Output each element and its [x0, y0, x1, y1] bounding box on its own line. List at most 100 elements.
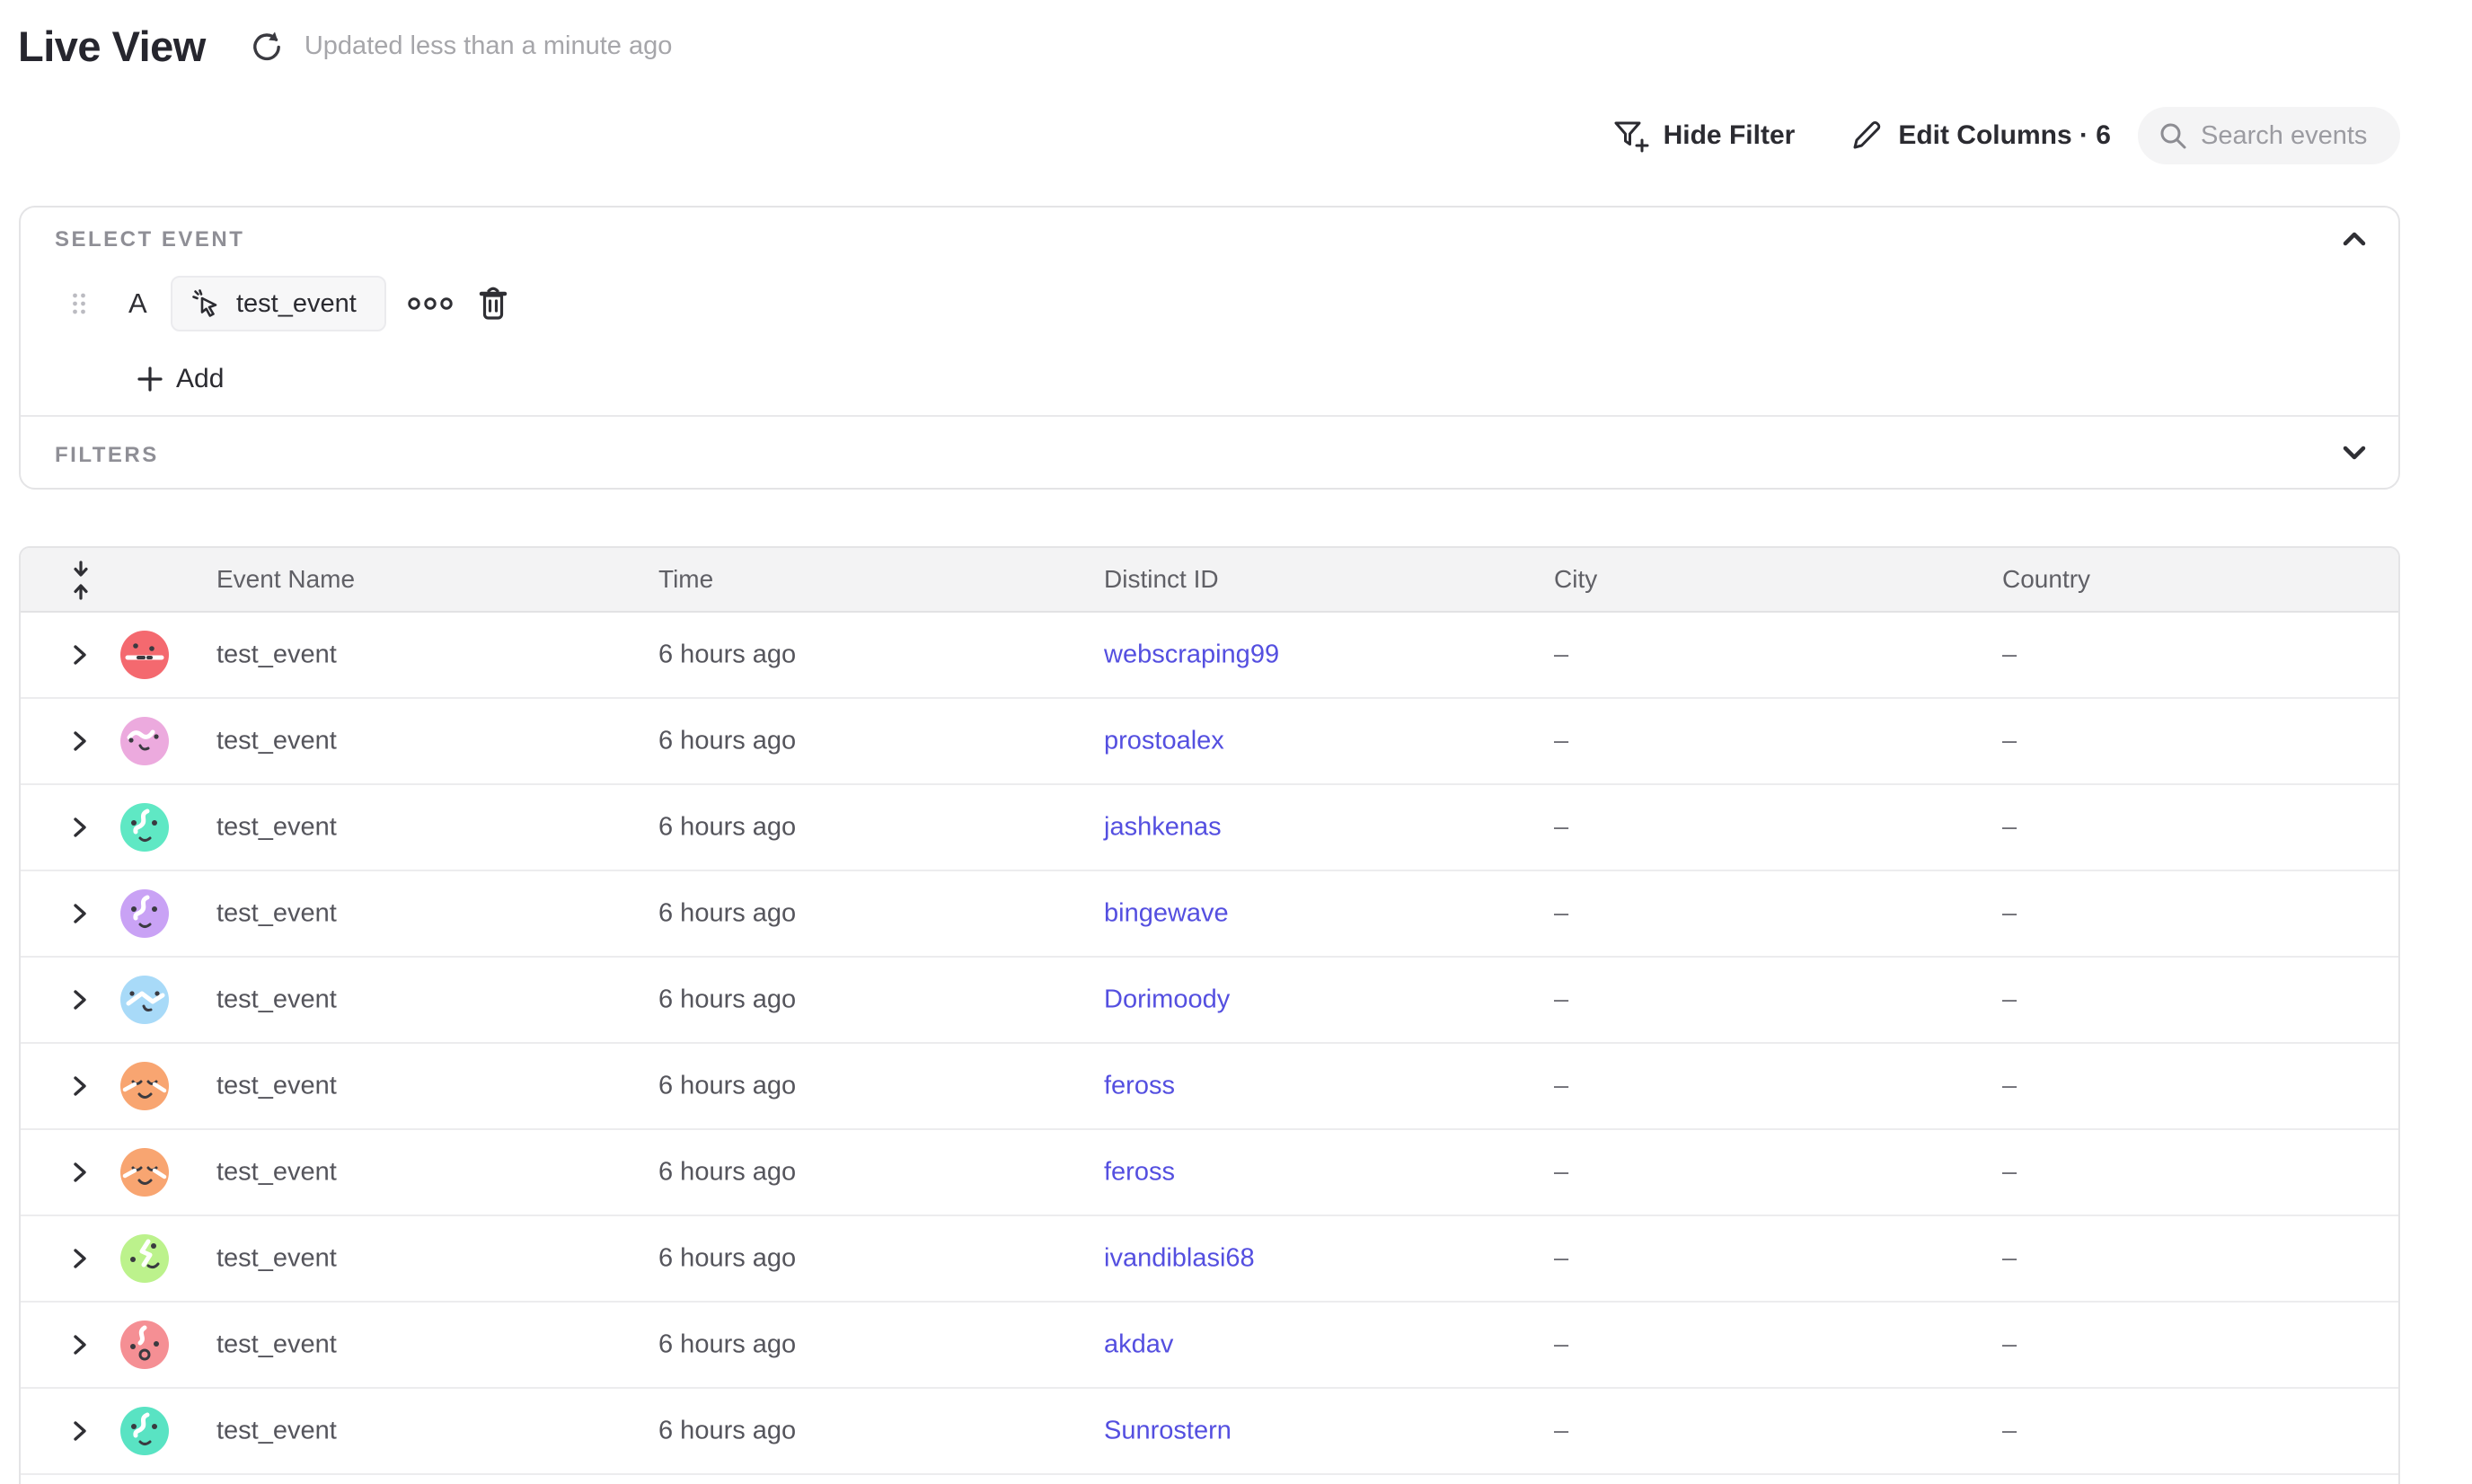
cell-country: – [2002, 727, 2017, 756]
cell-distinct-id-link[interactable]: akdav [1104, 1330, 1173, 1360]
cell-distinct-id-link[interactable]: ivandiblasi68 [1104, 1244, 1255, 1274]
filter-plus-icon [1611, 116, 1650, 155]
table-body: test_event 6 hours ago webscraping99 – –… [21, 613, 2398, 1475]
cell-city: – [1554, 813, 1568, 843]
expand-filters-button[interactable] [2339, 441, 2370, 464]
column-header-time[interactable]: Time [658, 548, 713, 611]
cell-distinct-id-link[interactable]: prostoalex [1104, 727, 1224, 756]
search-events-box[interactable] [2138, 107, 2400, 164]
expand-row-button[interactable] [72, 1248, 93, 1269]
cell-city: – [1554, 727, 1568, 756]
cell-time: 6 hours ago [658, 1244, 796, 1274]
table-row: test_event 6 hours ago ivandiblasi68 – – [21, 1216, 2398, 1303]
add-label: Add [176, 364, 224, 394]
query-panel: SELECT EVENT A [19, 206, 2400, 490]
cell-distinct-id-link[interactable]: jashkenas [1104, 813, 1222, 843]
cell-time: 6 hours ago [658, 727, 796, 756]
expand-row-button[interactable] [72, 1420, 93, 1442]
cell-distinct-id-link[interactable]: bingewave [1104, 899, 1229, 929]
cell-country: – [2002, 985, 2017, 1015]
refresh-icon [249, 29, 285, 65]
events-table: Event Name Time Distinct ID City Country… [19, 546, 2400, 1484]
collapse-rows-icon[interactable] [67, 560, 94, 601]
cell-event-name: test_event [216, 1330, 337, 1360]
table-row: test_event 6 hours ago akdav – – [21, 1303, 2398, 1389]
cell-distinct-id-link[interactable]: webscraping99 [1104, 640, 1279, 670]
last-updated-text: Updated less than a minute ago [305, 31, 673, 61]
expand-row-button[interactable] [72, 1162, 93, 1183]
expand-row-button[interactable] [72, 989, 93, 1011]
cell-city: – [1554, 1158, 1568, 1188]
hide-filter-button[interactable]: Hide Filter [1611, 116, 1796, 155]
table-row: test_event 6 hours ago Dorimoody – – [21, 958, 2398, 1044]
expand-row-button[interactable] [72, 730, 93, 752]
column-header-country[interactable]: Country [2002, 548, 2090, 611]
event-selector-button[interactable]: test_event [171, 276, 386, 331]
panel-divider [21, 415, 2398, 417]
cell-city: – [1554, 1417, 1568, 1446]
cursor-click-icon [190, 287, 223, 320]
column-header-event-name[interactable]: Event Name [216, 548, 355, 611]
search-icon [2158, 120, 2188, 151]
cell-distinct-id-link[interactable]: Sunrostern [1104, 1417, 1232, 1446]
add-event-button[interactable]: Add [136, 358, 224, 400]
event-clause-row: A test_event [21, 272, 2398, 335]
page-title: Live View [18, 22, 206, 71]
select-event-section-label: SELECT EVENT [55, 227, 244, 252]
cell-country: – [2002, 899, 2017, 929]
table-header-row: Event Name Time Distinct ID City Country [21, 548, 2398, 613]
cell-city: – [1554, 985, 1568, 1015]
chevron-down-icon [2339, 441, 2370, 464]
edit-columns-button[interactable]: Edit Columns · 6 [1847, 117, 2111, 155]
cell-distinct-id-link[interactable]: Dorimoody [1104, 985, 1230, 1015]
more-options-button[interactable] [407, 296, 454, 312]
cell-event-name: test_event [216, 899, 337, 929]
cell-time: 6 hours ago [658, 1330, 796, 1360]
cell-city: – [1554, 899, 1568, 929]
toolbar: Hide Filter Edit Columns · 6 [1527, 106, 2400, 165]
refresh-button[interactable] [247, 27, 287, 66]
cell-event-name: test_event [216, 1244, 337, 1274]
live-view-page: Live View Updated less than a minute ago… [0, 0, 2472, 1484]
column-header-city[interactable]: City [1554, 548, 1597, 611]
cell-time: 6 hours ago [658, 985, 796, 1015]
table-row: test_event 6 hours ago prostoalex – – [21, 699, 2398, 785]
user-avatar [120, 631, 169, 679]
cell-distinct-id-link[interactable]: feross [1104, 1072, 1175, 1101]
filters-section-label: FILTERS [55, 443, 159, 468]
pencil-icon [1847, 117, 1885, 155]
cell-city: – [1554, 1244, 1568, 1274]
cell-event-name: test_event [216, 1158, 337, 1188]
table-row: test_event 6 hours ago bingewave – – [21, 871, 2398, 958]
user-avatar [120, 976, 169, 1024]
cell-distinct-id-link[interactable]: feross [1104, 1158, 1175, 1188]
table-row: test_event 6 hours ago feross – – [21, 1044, 2398, 1130]
collapse-select-event-button[interactable] [2339, 227, 2370, 251]
expand-row-button[interactable] [72, 817, 93, 838]
table-row: test_event 6 hours ago feross – – [21, 1130, 2398, 1216]
column-header-distinct-id[interactable]: Distinct ID [1104, 548, 1219, 611]
cell-country: – [2002, 640, 2017, 670]
cell-time: 6 hours ago [658, 813, 796, 843]
cell-time: 6 hours ago [658, 1417, 796, 1446]
delete-event-button[interactable] [477, 285, 509, 322]
expand-row-button[interactable] [72, 1334, 93, 1356]
cell-event-name: test_event [216, 813, 337, 843]
cell-time: 6 hours ago [658, 1158, 796, 1188]
chevron-up-icon [2339, 227, 2370, 251]
selected-event-name: test_event [236, 289, 357, 319]
cell-event-name: test_event [216, 985, 337, 1015]
cell-country: – [2002, 813, 2017, 843]
user-avatar [120, 1407, 169, 1455]
drag-handle-icon[interactable] [71, 283, 87, 324]
plus-icon [136, 365, 164, 393]
user-avatar [120, 1062, 169, 1110]
expand-row-button[interactable] [72, 903, 93, 924]
cell-time: 6 hours ago [658, 640, 796, 670]
hide-filter-label: Hide Filter [1664, 120, 1796, 151]
cell-event-name: test_event [216, 1417, 337, 1446]
expand-row-button[interactable] [72, 644, 93, 666]
expand-row-button[interactable] [72, 1075, 93, 1097]
search-events-input[interactable] [2201, 121, 2380, 151]
user-avatar [120, 1234, 169, 1283]
